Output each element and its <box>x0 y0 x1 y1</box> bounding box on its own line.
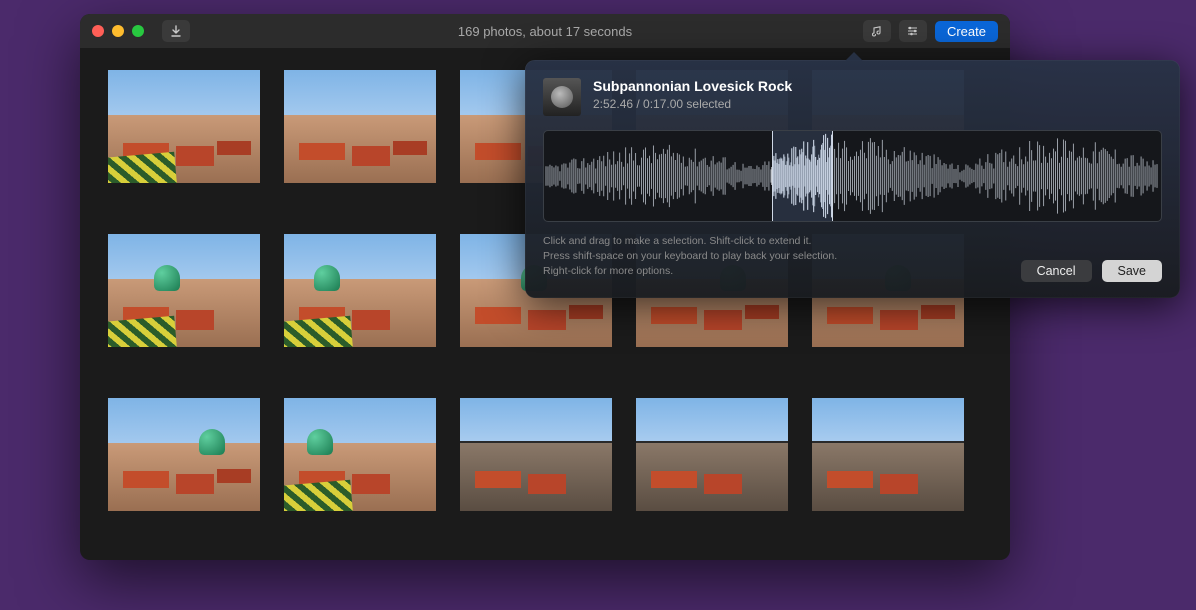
photo-thumbnail[interactable] <box>284 398 436 511</box>
photo-thumbnail[interactable] <box>636 398 788 511</box>
titlebar: 169 photos, about 17 seconds Create <box>80 14 1010 48</box>
waveform-selection[interactable] <box>772 131 832 221</box>
window-controls <box>92 25 144 37</box>
popover-arrow <box>845 52 863 61</box>
photo-thumbnail[interactable] <box>284 70 436 183</box>
photo-thumbnail[interactable] <box>108 234 260 347</box>
minimize-window-icon[interactable] <box>112 25 124 37</box>
sliders-icon <box>906 25 919 37</box>
create-button[interactable]: Create <box>935 21 998 42</box>
album-art <box>543 78 581 116</box>
music-icon <box>871 25 883 37</box>
music-button[interactable] <box>863 20 891 42</box>
download-icon <box>170 25 182 37</box>
photo-thumbnail[interactable] <box>284 234 436 347</box>
close-window-icon[interactable] <box>92 25 104 37</box>
settings-sliders-button[interactable] <box>899 20 927 42</box>
zoom-window-icon[interactable] <box>132 25 144 37</box>
save-button[interactable]: Save <box>1102 260 1163 282</box>
cancel-button[interactable]: Cancel <box>1021 260 1092 282</box>
photo-thumbnail[interactable] <box>460 398 612 511</box>
photo-thumbnail[interactable] <box>108 398 260 511</box>
waveform[interactable] <box>543 130 1162 222</box>
track-duration: 2:52.46 / 0:17.00 selected <box>593 97 792 111</box>
hint-line: Click and drag to make a selection. Shif… <box>543 234 1162 249</box>
window-title: 169 photos, about 17 seconds <box>458 24 632 39</box>
photo-thumbnail[interactable] <box>108 70 260 183</box>
track-title: Subpannonian Lovesick Rock <box>593 78 792 94</box>
photo-thumbnail[interactable] <box>812 398 964 511</box>
download-button[interactable] <box>162 20 190 42</box>
waveform-svg <box>544 131 1161 221</box>
audio-selection-popover: Subpannonian Lovesick Rock 2:52.46 / 0:1… <box>525 60 1180 298</box>
